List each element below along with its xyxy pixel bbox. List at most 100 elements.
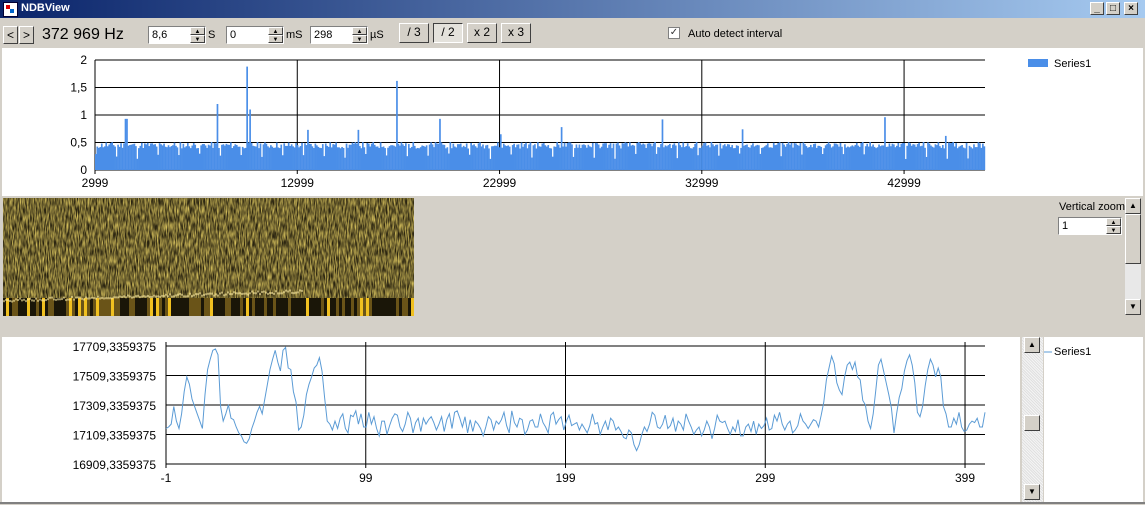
waterfall-stripe: [213, 298, 216, 316]
spectrum-bar: [787, 142, 790, 170]
spin-down-icon[interactable]: ▼: [1106, 226, 1121, 234]
waterfall-pixel: [87, 297, 89, 300]
scroll-up-icon[interactable]: ▲: [1024, 337, 1040, 353]
spectrum-bar: [876, 147, 879, 170]
spectrum-bar: [823, 148, 825, 170]
spectrum-bar: [940, 147, 943, 170]
spectrum-bar: [473, 144, 475, 170]
spectrum-bar: [207, 144, 210, 170]
waterfall-stripe: [219, 298, 222, 316]
waterfall-pixel: [7, 299, 9, 302]
scrollbar-thumb[interactable]: [1024, 415, 1040, 431]
ms-stepper[interactable]: 0 ▲ ▼: [226, 26, 284, 44]
close-button[interactable]: ×: [1124, 2, 1138, 15]
y-tick-label: 17509,3359375: [73, 370, 157, 384]
spectrum-bar: [508, 146, 511, 170]
multiply-by-3-button[interactable]: x 3: [501, 23, 531, 43]
spectrum-bar: [160, 144, 162, 170]
scrollbar-thumb[interactable]: [1125, 214, 1141, 264]
spectrum-bar: [964, 148, 966, 170]
waterfall-stripe: [183, 298, 186, 316]
auto-detect-checkbox[interactable]: ✓: [668, 27, 680, 39]
waveform-chart: 17709,3359375 17509,3359375 17309,3359375 1…: [2, 337, 1020, 502]
waterfall-stripe: [327, 298, 330, 316]
waterfall-stripe: [324, 298, 327, 316]
spectrum-bar: [378, 147, 380, 170]
spectrum-bar: [729, 147, 732, 170]
spectrum-bar: [741, 129, 744, 170]
minimize-button[interactable]: _: [1090, 2, 1104, 15]
spectrum-bar: [836, 144, 839, 170]
spectrum-bar: [528, 144, 530, 170]
spectrum-bar: [416, 147, 419, 170]
spectrum-bar: [967, 158, 969, 170]
waterfall-stripe: [249, 298, 252, 316]
spectrum-bar: [304, 143, 306, 170]
spectrum-bar: [781, 142, 784, 170]
waterfall-pixel: [281, 292, 283, 295]
waterfall-stripe: [342, 298, 345, 316]
spin-up-icon[interactable]: ▲: [268, 27, 283, 35]
waterfall-pixel: [201, 294, 203, 297]
spectrum-bar: [510, 154, 513, 170]
spin-up-icon[interactable]: ▲: [190, 27, 205, 35]
waterfall-stripe: [96, 298, 99, 316]
prev-button[interactable]: <: [3, 26, 18, 44]
waterfall-pixel: [263, 290, 265, 293]
spectrum-bar: [540, 146, 542, 170]
spin-up-icon[interactable]: ▲: [352, 27, 367, 35]
spectrum-bar: [545, 146, 548, 170]
title-bar: NDBView _ □ ×: [0, 0, 1145, 18]
spectrum-bar: [455, 147, 458, 170]
spectrum-bar: [485, 145, 487, 170]
waterfall-stripe: [60, 298, 63, 316]
spectrum-bar: [130, 144, 133, 170]
vertical-zoom-stepper[interactable]: 1 ▲ ▼: [1058, 217, 1122, 235]
waterfall-pixel: [33, 299, 35, 302]
spectrum-bar: [194, 144, 197, 170]
spectrum-bar: [698, 147, 701, 170]
us-stepper[interactable]: 298 ▲ ▼: [310, 26, 368, 44]
divide-by-2-button[interactable]: / 2: [433, 23, 463, 43]
waterfall-stripe: [408, 298, 411, 316]
spectrum-bar: [809, 144, 812, 170]
scroll-up-icon[interactable]: ▲: [1125, 198, 1141, 214]
waterfall-scrollbar[interactable]: ▲ ▼: [1125, 198, 1141, 315]
next-button[interactable]: >: [19, 26, 34, 44]
legend-label: Series1: [1054, 58, 1091, 70]
x-tick-label: 99: [359, 471, 373, 485]
spectrum-bar: [525, 142, 527, 170]
spectrum-bar: [494, 145, 496, 170]
spin-down-icon[interactable]: ▼: [190, 35, 205, 43]
spectrum-bar: [830, 147, 833, 170]
scroll-down-icon[interactable]: ▼: [1024, 484, 1040, 500]
spectrum-bar: [108, 144, 111, 170]
spectrum-bar: [553, 146, 556, 170]
spectrum-bar: [700, 147, 702, 170]
spin-down-icon[interactable]: ▼: [352, 35, 367, 43]
waterfall-stripe: [348, 298, 351, 316]
legend-label: Series1: [1054, 346, 1092, 358]
spectrum-bar: [298, 147, 300, 170]
waveform-scrollbar[interactable]: ▲ ▼: [1022, 337, 1043, 502]
spin-up-icon[interactable]: ▲: [1106, 218, 1121, 226]
scroll-down-icon[interactable]: ▼: [1125, 299, 1141, 315]
maximize-button[interactable]: □: [1106, 2, 1120, 15]
spectrum-bar: [188, 146, 191, 170]
spectrum-bar: [542, 143, 545, 170]
spin-down-icon[interactable]: ▼: [268, 35, 283, 43]
spectrum-bar: [415, 148, 418, 170]
spectrum-bar: [252, 145, 254, 170]
spectrum-bar: [445, 148, 447, 170]
spectrum-bar: [980, 147, 983, 170]
waterfall-stripe: [144, 298, 147, 316]
divide-by-3-button[interactable]: / 3: [399, 23, 429, 43]
spectrum-bar: [287, 142, 290, 170]
seconds-stepper[interactable]: 8,6 ▲ ▼: [148, 26, 206, 44]
spectrum-bar: [354, 142, 357, 170]
multiply-by-2-button[interactable]: x 2: [467, 23, 497, 43]
spectrum-bar: [100, 143, 103, 170]
waterfall-pixel: [217, 294, 219, 297]
waterfall-stripe: [132, 298, 135, 316]
waterfall-pixel: [267, 292, 269, 295]
